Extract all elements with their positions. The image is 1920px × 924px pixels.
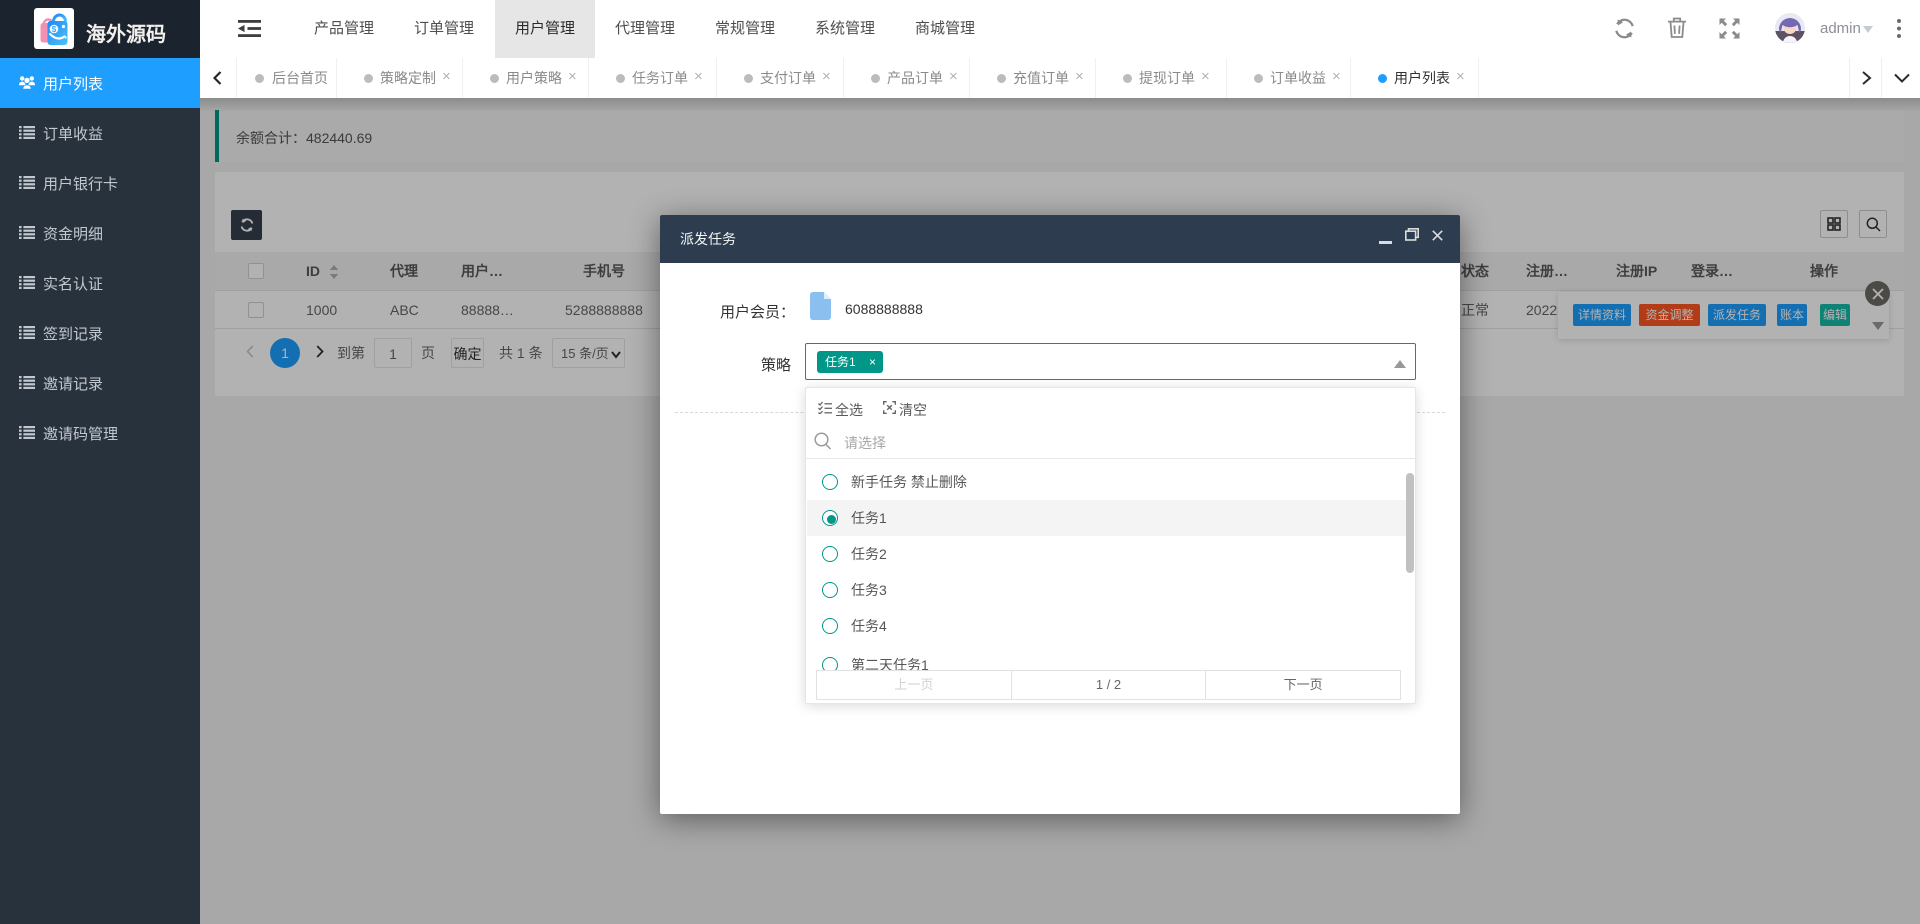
svg-text:$: $ bbox=[52, 24, 57, 34]
